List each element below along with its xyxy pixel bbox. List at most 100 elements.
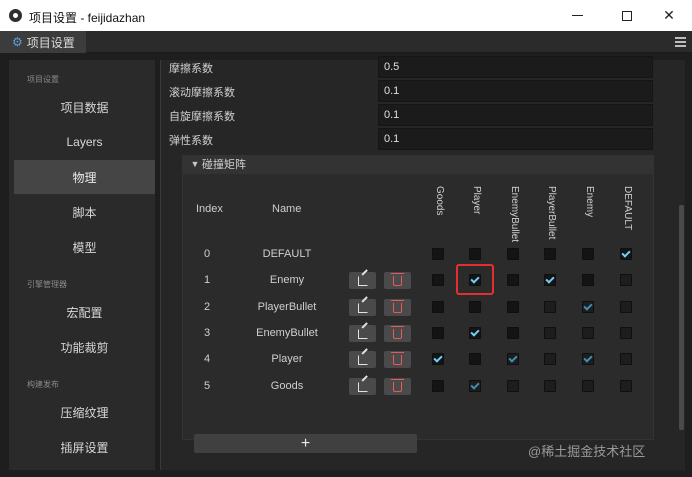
collision-checkbox-player-default[interactable] — [620, 353, 632, 365]
collision-checkbox-enemybullet-player[interactable] — [469, 327, 481, 339]
collision-checkbox-goods-default[interactable] — [620, 380, 632, 392]
collision-checkbox-default-goods[interactable] — [432, 248, 444, 260]
maximize-icon — [622, 10, 632, 21]
delete-button[interactable] — [384, 272, 411, 289]
collision-checkbox-player-player[interactable] — [469, 353, 481, 365]
index-header: Index — [196, 203, 223, 215]
collision-checkbox-playerbullet-enemybullet[interactable] — [507, 301, 519, 313]
sidebar-section-build: 构建发布 — [27, 380, 59, 389]
sidebar-item-texture-compression[interactable]: 压缩纹理 — [14, 395, 155, 429]
row-name: EnemyBullet — [256, 327, 318, 339]
title-bar: 项目设置 - feijidazhan ✕ — [0, 0, 692, 31]
sidebar-item-script[interactable]: 脚本 — [14, 195, 155, 229]
collision-checkbox-enemy-enemybullet[interactable] — [507, 274, 519, 286]
collision-checkbox-player-enemybullet[interactable] — [507, 353, 519, 365]
column-label-player: Player — [471, 186, 482, 215]
highlight-annotation — [456, 264, 494, 295]
edit-button[interactable] — [349, 378, 376, 395]
add-layer-button[interactable]: + — [194, 434, 417, 453]
column-label-enemybullet: EnemyBullet — [509, 186, 520, 243]
column-label-goods: Goods — [434, 186, 445, 216]
collision-matrix-title: 碰撞矩阵 — [202, 159, 246, 171]
gear-icon: ⚙ — [12, 35, 23, 49]
row-index: 1 — [203, 274, 211, 286]
row-index: 5 — [203, 380, 211, 392]
edit-icon — [357, 302, 368, 313]
collision-checkbox-player-enemy[interactable] — [582, 353, 594, 365]
trash-icon — [391, 378, 404, 392]
rolling-friction-input[interactable]: 0.1 — [378, 80, 653, 102]
collision-checkbox-playerbullet-playerbullet[interactable] — [544, 301, 556, 313]
collision-checkbox-goods-goods[interactable] — [432, 380, 444, 392]
row-name: Goods — [270, 380, 304, 392]
sidebar-item-splash-settings[interactable]: 插屏设置 — [14, 430, 155, 464]
collision-checkbox-enemy-default[interactable] — [620, 274, 632, 286]
delete-button[interactable] — [384, 351, 411, 368]
physics-panel: 摩擦系数 0.5 滚动摩擦系数 0.1 自旋摩擦系数 0.1 弹性系数 0.1 … — [160, 56, 685, 470]
sidebar-item-model[interactable]: 模型 — [14, 230, 155, 264]
trash-icon — [391, 299, 404, 313]
collision-checkbox-goods-playerbullet[interactable] — [544, 380, 556, 392]
collision-checkbox-playerbullet-default[interactable] — [620, 301, 632, 313]
window-title: 项目设置 - feijidazhan — [29, 11, 146, 25]
spinning-friction-input[interactable]: 0.1 — [378, 104, 653, 126]
edit-button[interactable] — [349, 351, 376, 368]
collision-checkbox-player-goods[interactable] — [432, 353, 444, 365]
trash-icon — [391, 351, 404, 365]
rolling-friction-label: 滚动摩擦系数 — [169, 87, 235, 99]
sidebar-item-macro[interactable]: 宏配置 — [14, 295, 155, 329]
collision-checkbox-enemybullet-goods[interactable] — [432, 327, 444, 339]
sidebar-item-layers[interactable]: Layers — [14, 125, 155, 159]
row-name: Player — [271, 353, 303, 365]
edit-button[interactable] — [349, 272, 376, 289]
collision-checkbox-enemybullet-enemy[interactable] — [582, 327, 594, 339]
collision-checkbox-goods-player[interactable] — [469, 380, 481, 392]
collision-checkbox-default-playerbullet[interactable] — [544, 248, 556, 260]
restitution-input[interactable]: 0.1 — [378, 128, 653, 150]
row-name: DEFAULT — [262, 248, 312, 260]
sidebar-item-feature-crop[interactable]: 功能裁剪 — [14, 330, 155, 364]
collision-checkbox-goods-enemybullet[interactable] — [507, 380, 519, 392]
edit-button[interactable] — [349, 299, 376, 316]
collision-checkbox-default-player[interactable] — [469, 248, 481, 260]
collision-checkbox-enemy-goods[interactable] — [432, 274, 444, 286]
collision-checkbox-playerbullet-player[interactable] — [469, 301, 481, 313]
collision-checkbox-enemybullet-playerbullet[interactable] — [544, 327, 556, 339]
close-button[interactable]: ✕ — [646, 0, 692, 31]
spinning-friction-label: 自旋摩擦系数 — [169, 111, 235, 123]
minimize-button[interactable] — [554, 0, 600, 31]
collision-checkbox-default-default[interactable] — [620, 248, 632, 260]
minimize-icon — [571, 15, 583, 16]
collision-checkbox-enemybullet-enemybullet[interactable] — [507, 327, 519, 339]
delete-button[interactable] — [384, 325, 411, 342]
column-label-default: DEFAULT — [622, 186, 633, 231]
collision-checkbox-default-enemybullet[interactable] — [507, 248, 519, 260]
sidebar-item-project-data[interactable]: 项目数据 — [14, 90, 155, 124]
collision-checkbox-goods-enemy[interactable] — [582, 380, 594, 392]
collision-checkbox-enemybullet-default[interactable] — [620, 327, 632, 339]
row-index: 2 — [203, 301, 211, 313]
menu-icon[interactable] — [675, 37, 686, 47]
app-logo-icon — [9, 9, 22, 22]
delete-button[interactable] — [384, 378, 411, 395]
sidebar: 项目设置 项目数据 Layers 物理 脚本 模型 引擎管理器 宏配置 功能裁剪… — [9, 60, 155, 470]
delete-button[interactable] — [384, 299, 411, 316]
collision-matrix-header[interactable]: ▼ 碰撞矩阵 — [182, 155, 654, 173]
friction-input[interactable]: 0.5 — [378, 56, 653, 78]
sidebar-item-physics[interactable]: 物理 — [14, 160, 155, 194]
collision-checkbox-default-enemy[interactable] — [582, 248, 594, 260]
collision-checkbox-enemy-enemy[interactable] — [582, 274, 594, 286]
edit-button[interactable] — [349, 325, 376, 342]
maximize-button[interactable] — [604, 0, 650, 31]
collision-checkbox-playerbullet-goods[interactable] — [432, 301, 444, 313]
scrollbar[interactable] — [679, 205, 684, 430]
collision-checkbox-playerbullet-enemy[interactable] — [582, 301, 594, 313]
tab-project-settings[interactable]: ⚙ 项目设置 — [0, 31, 86, 53]
edit-icon — [357, 354, 368, 365]
collision-checkbox-player-playerbullet[interactable] — [544, 353, 556, 365]
collision-checkbox-enemy-playerbullet[interactable] — [544, 274, 556, 286]
sidebar-section-project: 项目设置 — [27, 75, 59, 84]
spinning-friction-row: 自旋摩擦系数 0.1 — [169, 104, 653, 126]
column-label-enemy: Enemy — [584, 186, 595, 218]
restitution-row: 弹性系数 0.1 — [169, 128, 653, 150]
